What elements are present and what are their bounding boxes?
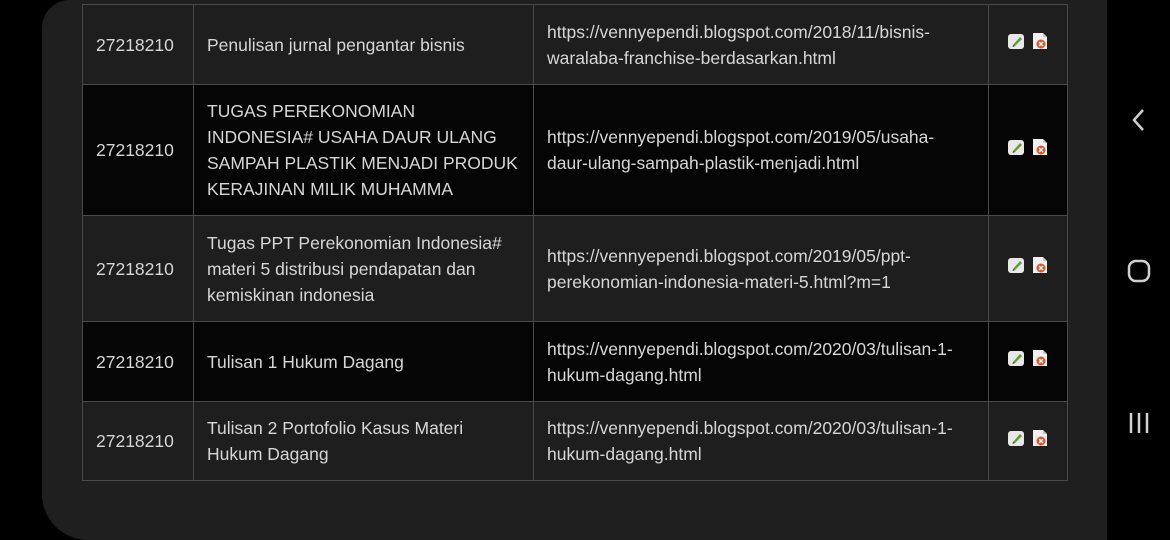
row-id: 27218210 (82, 215, 194, 322)
home-button[interactable] (1107, 258, 1170, 289)
row-url-link[interactable]: https://vennyependi.blogspot.com/2020/03… (533, 321, 989, 402)
delete-icon[interactable] (1030, 137, 1050, 157)
table-row: 27218210 Penulisan jurnal pengantar bisn… (82, 4, 1068, 85)
edit-icon[interactable] (1007, 348, 1027, 368)
row-actions (988, 84, 1068, 216)
edit-icon[interactable] (1007, 428, 1027, 448)
recents-button[interactable] (1107, 410, 1170, 441)
edit-icon[interactable] (1007, 255, 1027, 275)
delete-icon[interactable] (1030, 348, 1050, 368)
row-title: Tugas PPT Perekonomian Indonesia# materi… (193, 215, 534, 322)
row-url-link[interactable]: https://vennyependi.blogspot.com/2018/11… (533, 4, 989, 85)
row-url-link[interactable]: https://vennyependi.blogspot.com/2019/05… (533, 215, 989, 322)
back-button[interactable] (1107, 106, 1170, 139)
row-actions (988, 4, 1068, 85)
row-url-link[interactable]: https://vennyependi.blogspot.com/2020/03… (533, 401, 989, 481)
delete-icon[interactable] (1030, 255, 1050, 275)
row-title: TUGAS PEREKONOMIAN INDONESIA# USAHA DAUR… (193, 84, 534, 216)
table-row: 27218210 TUGAS PEREKONOMIAN INDONESIA# U… (82, 84, 1068, 216)
row-id: 27218210 (82, 321, 194, 402)
delete-icon[interactable] (1030, 428, 1050, 448)
table-row: 27218210 Tulisan 2 Portofolio Kasus Mate… (82, 401, 1068, 481)
row-actions (988, 215, 1068, 322)
edit-icon[interactable] (1007, 31, 1027, 51)
recents-icon (1126, 410, 1152, 441)
row-id: 27218210 (82, 401, 194, 481)
table-row: 27218210 Tulisan 1 Hukum Dagang https://… (82, 321, 1068, 402)
edit-icon[interactable] (1007, 137, 1027, 157)
row-actions (988, 401, 1068, 481)
row-title: Tulisan 1 Hukum Dagang (193, 321, 534, 402)
back-icon (1129, 106, 1149, 139)
delete-icon[interactable] (1030, 31, 1050, 51)
articles-table: 27218210 Penulisan jurnal pengantar bisn… (82, 4, 1068, 481)
home-icon (1126, 258, 1152, 289)
row-title: Penulisan jurnal pengantar bisnis (193, 4, 534, 85)
table-row: 27218210 Tugas PPT Perekonomian Indonesi… (82, 215, 1068, 322)
row-id: 27218210 (82, 84, 194, 216)
row-title: Tulisan 2 Portofolio Kasus Materi Hukum … (193, 401, 534, 481)
row-id: 27218210 (82, 4, 194, 85)
row-actions (988, 321, 1068, 402)
row-url-link[interactable]: https://vennyependi.blogspot.com/2019/05… (533, 84, 989, 216)
